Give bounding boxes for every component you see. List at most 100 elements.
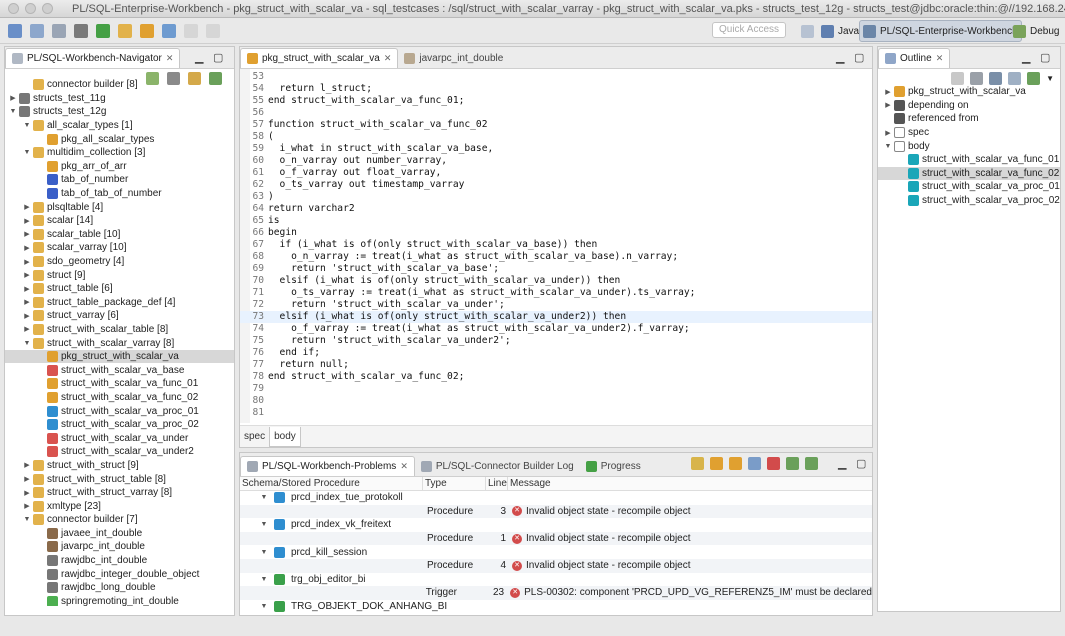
chevron-right-icon[interactable]: ▶ (23, 284, 31, 294)
tree-row[interactable]: struct_with_scalar_va_base (5, 363, 234, 377)
tree-row[interactable]: ▶ spec (878, 126, 1060, 140)
close-icon[interactable]: ✕ (936, 53, 944, 64)
code-line[interactable]: 70 elsif (i_what is of(only struct_with_… (240, 275, 872, 287)
tree-row[interactable]: ▶ struct_table_package_def [4] (5, 296, 234, 310)
tree-row[interactable]: ▶ scalar_table [10] (5, 228, 234, 242)
code-line[interactable]: 73 elsif (i_what is of(only struct_with_… (240, 311, 872, 323)
table-row[interactable]: Procedure 4 ✕ Invalid object state - recomp… (240, 558, 872, 573)
minimize-icon[interactable]: ▁ (836, 51, 844, 64)
compile-icon[interactable] (786, 457, 799, 470)
sync-icon[interactable] (691, 457, 704, 470)
chevron-down-icon[interactable]: ▼ (260, 520, 268, 530)
chevron-down-icon[interactable]: ▼ (23, 148, 31, 158)
tree-row[interactable]: ▼ body (878, 139, 1060, 153)
tree-row[interactable]: rawjdbc_long_double (5, 581, 234, 595)
code-line[interactable]: 53 (240, 71, 872, 83)
chevron-right-icon[interactable]: ▶ (884, 100, 892, 110)
chevron-down-icon[interactable]: ▼ (260, 574, 268, 584)
tree-row[interactable]: pkg_arr_of_arr (5, 160, 234, 174)
link-icon[interactable] (1027, 71, 1041, 85)
chevron-right-icon[interactable]: ▶ (23, 488, 31, 498)
tree-row[interactable]: ▶ plsqltable [4] (5, 200, 234, 214)
table-row[interactable]: Procedure 3 ✕ Invalid object state - recomp… (240, 504, 872, 519)
chevron-right-icon[interactable]: ▶ (23, 474, 31, 484)
code-line[interactable]: 59 i_what in struct_with_scalar_va_base, (240, 143, 872, 155)
tree-row[interactable]: connector builder [8] (5, 78, 234, 92)
tree-row[interactable]: ▼ multidim_collection [3] (5, 146, 234, 160)
table-row[interactable]: ▼ TRG_OBJEKT_DOK_ANHANG_BI (240, 600, 872, 614)
maximize-icon[interactable]: ▢ (856, 457, 866, 470)
table-row[interactable]: ▼ prcd_index_vk_freitext (240, 518, 872, 532)
close-icon[interactable]: ✕ (400, 461, 408, 472)
tree-row-selected[interactable]: struct_with_scalar_va_func_02 (878, 166, 1060, 181)
code-line[interactable]: 75 return 'struct_with_scalar_va_under2'… (240, 335, 872, 347)
minimize-icon[interactable]: ▁ (1022, 51, 1030, 64)
code-line[interactable]: 71 o_ts_varray := treat(i_what as struct… (240, 287, 872, 299)
code-line[interactable]: 65 is (240, 215, 872, 227)
code-line[interactable]: 80 (240, 395, 872, 407)
tree-row[interactable]: ▶ scalar [14] (5, 214, 234, 228)
perspective-debug[interactable]: Debug (1010, 20, 1062, 42)
chevron-down-icon[interactable]: ▼ (23, 338, 31, 348)
chevron-right-icon[interactable]: ▶ (23, 324, 31, 334)
perspective-plsql-enterprise-workbench[interactable]: PL/SQL-Enterprise-Workbench (859, 20, 1022, 42)
tree-row[interactable]: ▶ pkg_struct_with_scalar_va (878, 85, 1060, 99)
maximize-icon[interactable]: ▢ (213, 51, 223, 64)
code-line[interactable]: 67 if (i_what is of(only struct_with_sca… (240, 239, 872, 251)
chevron-right-icon[interactable]: ▶ (23, 216, 31, 226)
table-row[interactable]: Trigger 23 ✕ PLS-00302: component 'PRCD_UPD… (240, 586, 872, 600)
maximize-icon[interactable]: ▢ (854, 51, 864, 64)
tree-row[interactable]: referenced from (878, 112, 1060, 126)
open-perspective-button[interactable] (798, 20, 817, 42)
view-menu-icon[interactable]: ▼ (1046, 74, 1054, 83)
tree-row[interactable]: ▼ connector builder [7] (5, 513, 234, 527)
code-line[interactable]: 60 o_n_varray out number_varray, (240, 155, 872, 167)
tree-row[interactable]: ▶ depending on (878, 99, 1060, 113)
chevron-right-icon[interactable]: ▶ (9, 93, 17, 103)
remove-all-icon[interactable] (767, 457, 780, 470)
tree-row[interactable]: ▶ struct_with_scalar_table [8] (5, 323, 234, 337)
chevron-right-icon[interactable]: ▶ (23, 243, 31, 253)
back-icon[interactable] (184, 23, 198, 38)
hide-static-icon[interactable] (1008, 71, 1022, 85)
hide-fields-icon[interactable] (989, 71, 1003, 85)
quick-access-field[interactable]: Quick Access (712, 22, 786, 38)
tab-connector-builder-log[interactable]: PL/SQL-Connector Builder Log (415, 456, 580, 476)
code-line[interactable]: 77 return null; (240, 359, 872, 371)
chevron-right-icon[interactable]: ▶ (23, 270, 31, 280)
chevron-right-icon[interactable]: ▶ (23, 311, 31, 321)
tree-row[interactable]: ▶ struct_with_struct_varray [8] (5, 486, 234, 500)
column-header[interactable]: Line (486, 477, 508, 490)
column-header[interactable]: Schema/Stored Procedure (240, 477, 423, 490)
arrow-down-icon[interactable] (710, 457, 723, 470)
chevron-down-icon[interactable]: ▼ (9, 107, 17, 117)
code-line[interactable]: 74 o_f_varray := treat(i_what as struct_… (240, 323, 872, 335)
table-row[interactable]: Procedure 1 ✕ Invalid object state - recomp… (240, 531, 872, 546)
code-line[interactable]: 66 begin (240, 227, 872, 239)
new-icon[interactable] (8, 23, 22, 38)
chevron-right-icon[interactable]: ▶ (884, 128, 892, 138)
tree-row[interactable]: tab_of_tab_of_number (5, 187, 234, 201)
tree-row[interactable]: ▶ structs_test_11g (5, 92, 234, 106)
database-icon[interactable] (74, 23, 88, 38)
tab-navigator[interactable]: PL/SQL-Workbench-Navigator ✕ (5, 48, 181, 68)
chevron-right-icon[interactable]: ▶ (884, 87, 892, 97)
chevron-down-icon[interactable]: ▼ (260, 602, 268, 612)
code-line[interactable]: 76 end if; (240, 347, 872, 359)
tree-row[interactable]: ▶ xmltype [23] (5, 499, 234, 513)
code-line[interactable]: 58 ( (240, 131, 872, 143)
tree-row[interactable]: struct_with_scalar_va_proc_01 (5, 404, 234, 418)
save-icon[interactable] (52, 23, 66, 38)
tree-row[interactable]: pkg_all_scalar_types (5, 132, 234, 146)
tab-spec[interactable]: spec (240, 427, 269, 447)
tree-row[interactable]: ▶ struct_with_struct_table [8] (5, 472, 234, 486)
tab-problems[interactable]: PL/SQL-Workbench-Problems ✕ (240, 456, 415, 476)
table-row[interactable]: ▼ prcd_index_tue_protokoll (240, 491, 872, 505)
minimize-icon[interactable]: ▁ (838, 457, 846, 470)
code-line[interactable]: 69 return 'struct_with_scalar_va_base'; (240, 263, 872, 275)
code-line[interactable]: 81 (240, 407, 872, 419)
chevron-down-icon[interactable]: ▼ (23, 121, 31, 131)
tree-row[interactable]: struct_with_scalar_va_proc_01 (878, 180, 1060, 194)
tree-row[interactable]: ▶ struct_table [6] (5, 282, 234, 296)
tree-row[interactable]: springremoting_int_double (5, 595, 234, 606)
